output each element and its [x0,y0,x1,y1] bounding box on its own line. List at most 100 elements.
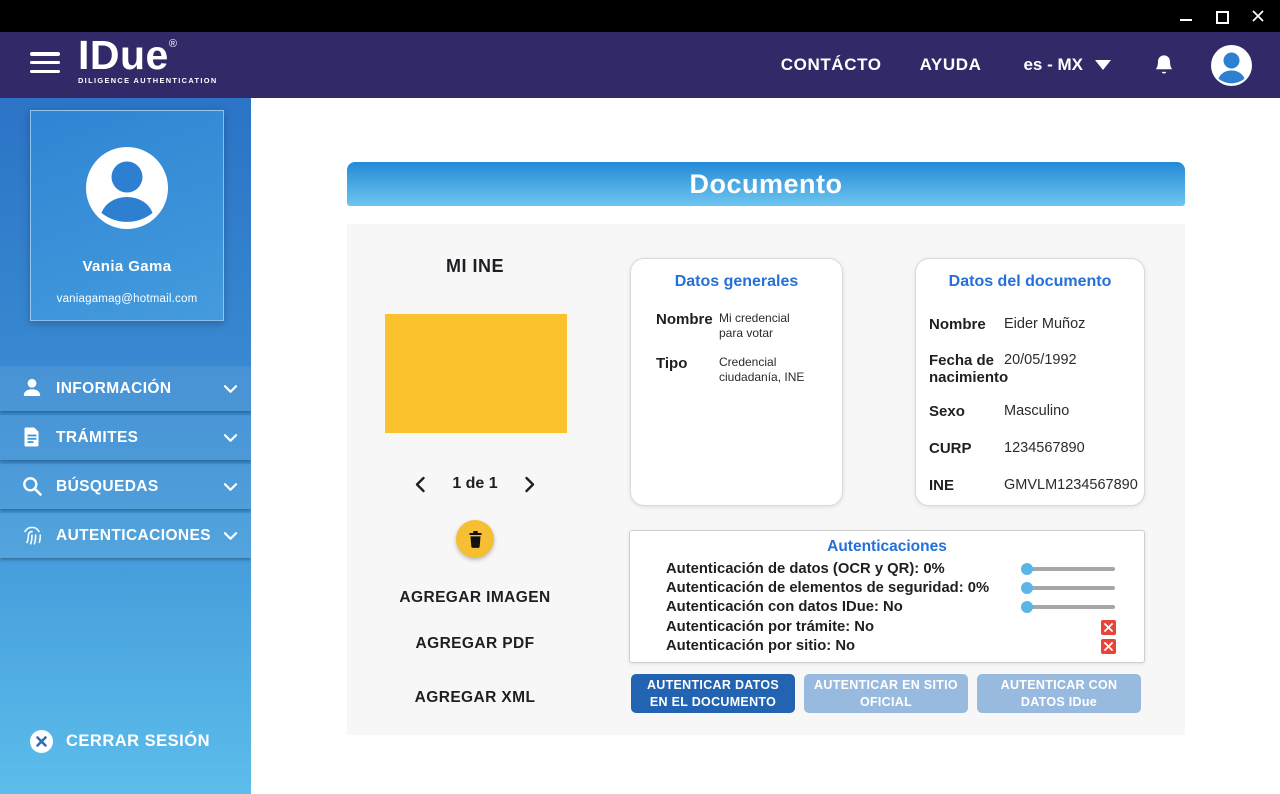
user-name: Vania Gama [31,258,223,275]
row-value: GMVLM1234567890 [1004,477,1149,494]
document-panel: MI INE 1 de 1 [347,224,1185,735]
document-image-placeholder [385,314,567,433]
chevron-down-icon [1095,60,1111,70]
sidebar-item-busquedas[interactable]: BÚSQUEDAS [0,464,251,509]
brand-name: IDue [78,32,169,78]
authenticate-idue-data-button[interactable]: AUTENTICAR CON DATOS IDue [977,674,1141,713]
person-icon [20,376,44,400]
trash-icon [467,530,484,549]
brand-tagline: DILIGENCE AUTHENTICATION [78,77,218,84]
auth-row: Autenticación con datos IDue: No [666,598,903,615]
card-title: Autenticaciones [630,538,1144,556]
document-icon [20,425,44,449]
add-image-button[interactable]: AGREGAR IMAGEN [375,589,575,607]
page-title-banner: Documento [347,162,1185,206]
authentications-card: Autenticaciones Autenticación de datos (… [629,530,1145,663]
auth-ocr-slider[interactable] [1023,563,1115,575]
language-selector[interactable]: es - MX [1023,55,1111,75]
sidebar-item-tramites[interactable]: TRÁMITES [0,415,251,460]
profile-avatar[interactable] [1211,45,1252,86]
chevron-down-icon [223,529,238,547]
auth-security-slider[interactable] [1023,582,1115,594]
auth-row: Autenticación por sitio: No [666,637,855,654]
row-label: INE [929,477,1004,494]
pager-prev-button[interactable] [414,476,426,493]
document-pager: 1 de 1 [375,475,575,493]
row-value: Eider Muñoz [1004,316,1134,333]
auth-row: Autenticación por trámite: No [666,618,874,635]
data-row: INE GMVLM1234567890 [929,477,1149,494]
user-email: vaniagamag@hotmail.com [31,293,223,305]
window-close-button[interactable] [1250,8,1266,24]
app-header: IDue® DILIGENCE AUTHENTICATION CONTÁCTO … [0,32,1280,98]
data-row: CURP 1234567890 [929,440,1134,457]
slider-track [1023,605,1115,609]
chevron-down-icon [223,382,238,400]
row-label: Fecha de nacimiento [929,352,1004,387]
document-data-card: Datos del documento Nombre Eider Muñoz F… [915,258,1145,506]
slider-thumb[interactable] [1021,563,1033,575]
sidebar-item-label: TRÁMITES [56,415,138,460]
document-name: MI INE [375,256,575,277]
window-maximize-button[interactable] [1214,8,1230,24]
row-label: Tipo [656,355,719,385]
authenticate-official-site-button[interactable]: AUTENTICAR EN SITIO OFICIAL [804,674,968,713]
user-avatar [86,147,168,234]
add-xml-button[interactable]: AGREGAR XML [375,689,575,707]
sidebar-item-label: AUTENTICACIONES [56,513,211,558]
auth-row: Autenticación de elementos de seguridad:… [666,579,989,596]
red-x-icon [1101,639,1116,654]
app-window: IDue® DILIGENCE AUTHENTICATION CONTÁCTO … [0,0,1280,794]
sidebar: Vania Gama vaniagamag@hotmail.com INFORM… [0,98,251,794]
sidebar-item-autenticaciones[interactable]: AUTENTICACIONES [0,513,251,558]
nav-contact[interactable]: CONTÁCTO [781,55,882,75]
close-icon [1251,9,1265,23]
row-label: Sexo [929,403,1004,420]
card-title: Datos generales [631,273,842,291]
slider-thumb[interactable] [1021,582,1033,594]
x-circle-icon [30,730,53,753]
data-row: Tipo Credencial ciudadanía, INE [656,355,815,385]
add-pdf-button[interactable]: AGREGAR PDF [375,635,575,653]
brand-logo: IDue® DILIGENCE AUTHENTICATION [78,35,218,84]
sidebar-item-label: BÚSQUEDAS [56,464,159,509]
auth-idue-slider[interactable] [1023,601,1115,613]
slider-thumb[interactable] [1021,601,1033,613]
chevron-left-icon [414,476,426,493]
logout-label: CERRAR SESIÓN [66,732,210,751]
search-icon [20,474,44,498]
window-titlebar [0,0,1280,32]
auth-label: Autenticación con datos IDue: No [666,599,903,615]
logout-button[interactable]: CERRAR SESIÓN [30,730,210,753]
fingerprint-icon [20,523,44,547]
chevron-down-icon [223,431,238,449]
nav-help[interactable]: AYUDA [920,55,982,75]
data-row: Nombre Mi credencial para votar [656,311,815,341]
row-label: CURP [929,440,1004,457]
red-x-icon [1101,620,1116,635]
data-row: Sexo Masculino [929,403,1134,420]
notifications-button[interactable] [1153,53,1175,77]
slider-track [1023,567,1115,571]
hamburger-menu-icon[interactable] [30,52,60,78]
row-value: 1234567890 [1004,440,1134,457]
registered-mark: ® [169,38,177,50]
row-value: Masculino [1004,403,1134,420]
header-nav: CONTÁCTO AYUDA es - MX [781,32,1252,98]
auth-label: Autenticación por trámite: No [666,619,874,635]
row-value: Credencial ciudadanía, INE [719,355,815,385]
general-data-card: Datos generales Nombre Mi credencial par… [630,258,843,506]
data-row: Nombre Eider Muñoz [929,316,1134,333]
main-content: Documento MI INE 1 de 1 [251,98,1280,794]
sidebar-item-informacion[interactable]: INFORMACIÓN [0,366,251,411]
auth-label: Autenticación de datos (OCR y QR): 0% [666,561,945,577]
auth-row: Autenticación de datos (OCR y QR): 0% [666,560,945,577]
sidebar-item-label: INFORMACIÓN [56,366,171,411]
row-value: 20/05/1992 [1004,352,1134,387]
window-minimize-button[interactable] [1178,8,1194,24]
page-title: Documento [690,169,843,200]
auth-label: Autenticación de elementos de seguridad:… [666,580,989,596]
pager-next-button[interactable] [524,476,536,493]
delete-document-button[interactable] [456,520,494,558]
authenticate-document-data-button[interactable]: AUTENTICAR DATOS EN EL DOCUMENTO [631,674,795,713]
